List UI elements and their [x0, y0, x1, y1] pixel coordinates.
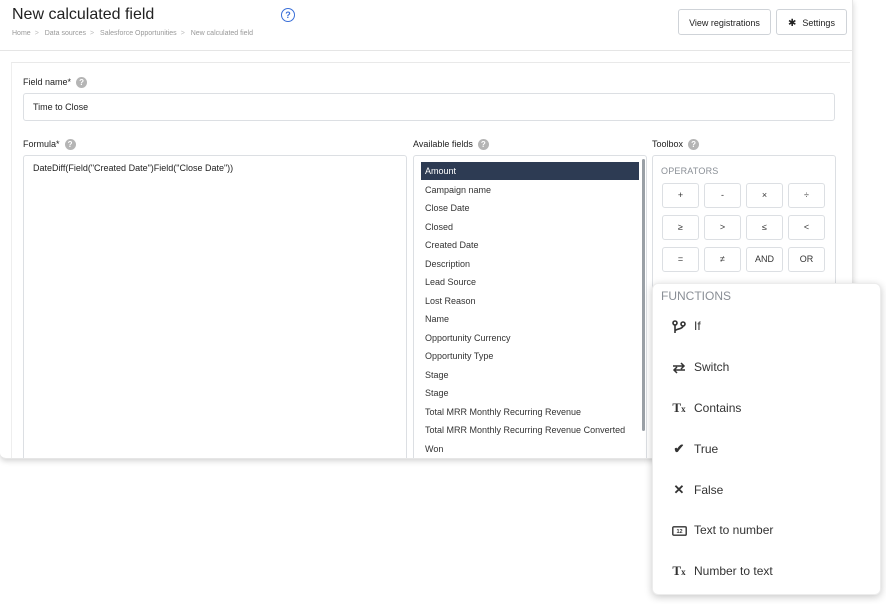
x-icon: ✕: [673, 482, 685, 497]
check-icon: ✔: [673, 441, 685, 456]
breadcrumb-salesforce-opportunities[interactable]: Salesforce Opportunities: [100, 30, 177, 37]
settings-label: Settings: [802, 18, 835, 28]
function-number-to-text-label: Number to text: [694, 564, 773, 578]
settings-button[interactable]: ✱ Settings: [776, 9, 847, 35]
operator-gte-button[interactable]: ≥: [662, 215, 699, 240]
toolbox-help-icon[interactable]: ?: [688, 139, 700, 151]
fields-scrollbar[interactable]: [642, 159, 645, 431]
field-item-lead-source[interactable]: Lead Source: [421, 273, 639, 291]
formula-label-text: Formula*: [23, 139, 60, 149]
functions-popup: FUNCTIONS If Switch Tx Contains ✔ True ✕ Fa…: [652, 283, 881, 595]
toolbox-label: Toolbox?: [652, 139, 700, 151]
field-name-label-text: Field name*: [23, 77, 72, 87]
operator-lt-button[interactable]: <: [788, 215, 825, 240]
breadcrumb-data-sources[interactable]: Data sources: [45, 30, 86, 37]
branch-icon: [671, 315, 687, 337]
breadcrumb: Home > Data sources > Salesforce Opportuni…: [12, 30, 253, 37]
field-item-amount[interactable]: Amount: [421, 162, 639, 180]
available-fields-help-icon[interactable]: ?: [477, 139, 489, 151]
page-header: New calculated field ? Home > Data source…: [0, 0, 852, 51]
toolbox-panel: OPERATORS + - × ÷ ≥ > ≤ < = ≠ AND OR: [652, 155, 836, 295]
available-fields-list[interactable]: Amount Campaign name Close Date Closed C…: [413, 155, 647, 458]
field-item-stage[interactable]: Stage: [421, 366, 639, 384]
function-switch-label: Switch: [694, 360, 730, 374]
operator-not-equals-button[interactable]: ≠: [704, 247, 741, 272]
function-contains[interactable]: Tx Contains: [671, 397, 741, 419]
field-item-closed[interactable]: Closed: [421, 218, 639, 236]
help-icon[interactable]: ?: [281, 8, 295, 22]
field-item-created-date[interactable]: Created Date: [421, 236, 639, 254]
field-item-name[interactable]: Name: [421, 310, 639, 328]
function-true[interactable]: ✔ True: [671, 438, 719, 460]
function-contains-label: Contains: [694, 401, 742, 415]
formula-label: Formula*?: [23, 139, 76, 151]
field-name-help-icon[interactable]: ?: [76, 77, 88, 89]
field-item-won[interactable]: Won: [421, 440, 639, 458]
operators-title: OPERATORS: [661, 166, 719, 176]
field-item-description[interactable]: Description: [421, 255, 639, 273]
gear-icon: ✱: [788, 18, 797, 29]
field-item-lost-reason[interactable]: Lost Reason: [421, 292, 639, 310]
function-text-to-number-label: Text to number: [694, 523, 774, 537]
field-item-stage-2[interactable]: Stage: [421, 384, 639, 402]
operator-equals-button[interactable]: =: [662, 247, 699, 272]
function-text-to-number[interactable]: 12 Text to number: [671, 519, 773, 541]
operator-multiply-button[interactable]: ×: [746, 183, 783, 208]
operator-or-button[interactable]: OR: [788, 247, 825, 272]
operator-plus-button[interactable]: +: [662, 183, 699, 208]
svg-text:12: 12: [676, 529, 682, 535]
function-if[interactable]: If: [671, 315, 701, 337]
operator-lte-button[interactable]: ≤: [746, 215, 783, 240]
functions-title: FUNCTIONS: [661, 289, 731, 303]
formula-editor[interactable]: DateDiff(Field("Created Date")Field("Clo…: [23, 155, 407, 458]
function-false-label: False: [694, 483, 724, 497]
field-item-opportunity-currency[interactable]: Opportunity Currency: [421, 329, 639, 347]
view-registrations-label: View registrations: [689, 18, 760, 28]
field-item-total-mrr-converted[interactable]: Total MRR Monthly Recurring Revenue Conv…: [421, 421, 639, 439]
function-true-label: True: [694, 442, 719, 456]
clear-format-icon: Tx: [672, 400, 686, 415]
view-registrations-button[interactable]: View registrations: [678, 9, 771, 35]
function-false[interactable]: ✕ False: [671, 479, 724, 501]
field-item-opportunity-type[interactable]: Opportunity Type: [421, 347, 639, 365]
function-number-to-text[interactable]: Tx Number to text: [671, 560, 773, 582]
switch-arrows-icon: [671, 356, 687, 378]
operator-gt-button[interactable]: >: [704, 215, 741, 240]
available-fields-label: Available fields?: [413, 139, 489, 151]
number-badge-icon: 12: [671, 519, 687, 541]
field-item-total-mrr[interactable]: Total MRR Monthly Recurring Revenue: [421, 403, 639, 421]
page-title: New calculated field: [12, 6, 155, 23]
function-switch[interactable]: Switch: [671, 356, 729, 378]
toolbox-label-text: Toolbox: [652, 139, 684, 149]
field-name-input[interactable]: Time to Close: [23, 93, 835, 121]
breadcrumb-home[interactable]: Home: [12, 30, 31, 37]
operator-and-button[interactable]: AND: [746, 247, 783, 272]
clear-format-icon: Tx: [672, 563, 686, 578]
field-item-campaign-name[interactable]: Campaign name: [421, 181, 639, 199]
available-fields-label-text: Available fields: [413, 139, 473, 149]
operator-divide-button[interactable]: ÷: [788, 183, 825, 208]
field-item-close-date[interactable]: Close Date: [421, 199, 639, 217]
breadcrumb-current: New calculated field: [190, 30, 253, 37]
operator-minus-button[interactable]: -: [704, 183, 741, 208]
function-if-label: If: [694, 319, 701, 333]
field-name-label: Field name*?: [23, 77, 88, 89]
formula-help-icon[interactable]: ?: [64, 139, 76, 151]
